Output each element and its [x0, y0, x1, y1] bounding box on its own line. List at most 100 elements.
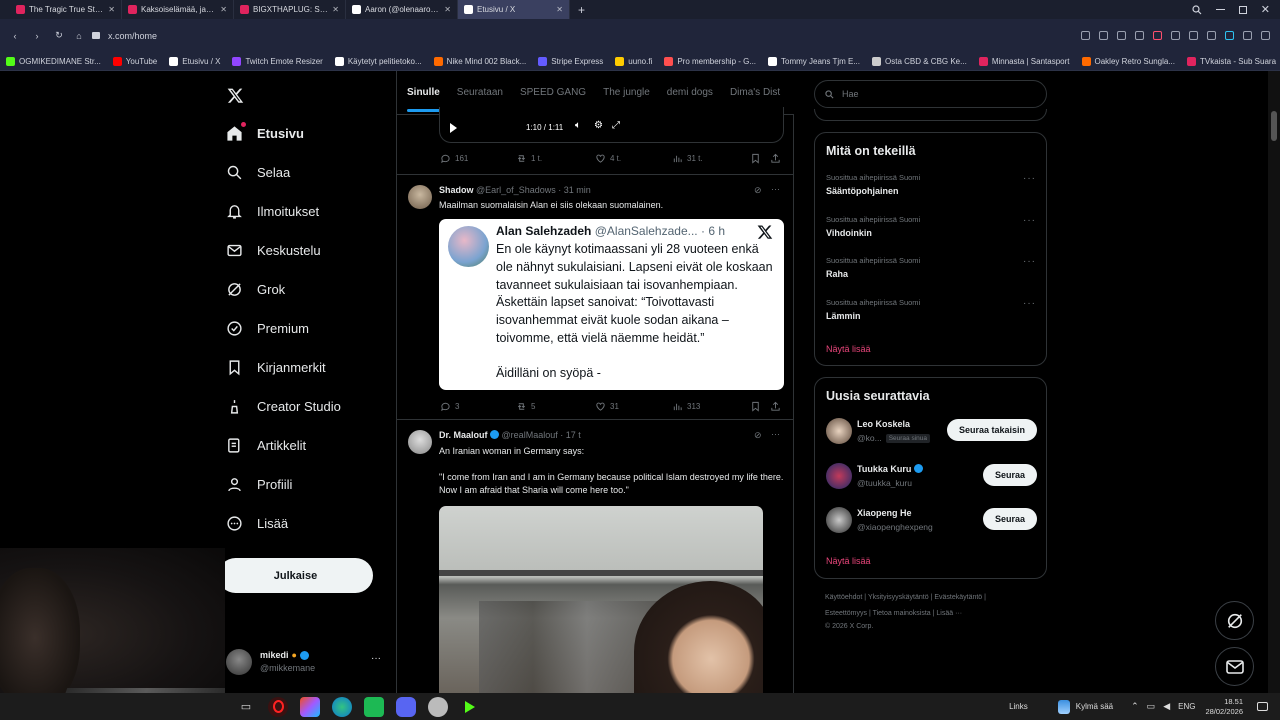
nav-item-bookmark[interactable]: Kirjanmerkit — [226, 359, 326, 376]
bookmark-item[interactable]: Minnasta | Santasport — [973, 56, 1076, 66]
forward-icon[interactable]: › — [30, 31, 44, 41]
grok-fab-button[interactable] — [1215, 601, 1254, 640]
views-button[interactable]: 313 — [672, 401, 700, 412]
messages-fab-button[interactable] — [1215, 647, 1254, 686]
ai-icon[interactable] — [1261, 31, 1270, 40]
nav-item-home[interactable]: Etusivu — [226, 122, 304, 142]
bookmark-item[interactable]: Pro membership - G... — [658, 56, 762, 66]
bookmark-item[interactable]: TVkaista - Sub Suara — [1181, 56, 1280, 66]
browser-tab[interactable]: Kaksoiselämää, jakso 4 - Li ✕ — [122, 0, 234, 19]
feed-tab[interactable]: demi dogs — [667, 87, 713, 98]
play-icon[interactable] — [450, 123, 457, 133]
nav-item-search[interactable]: Selaa — [226, 164, 290, 181]
bookmark-icon[interactable] — [750, 153, 761, 164]
grok-icon[interactable]: ⊘ — [754, 430, 762, 441]
restore-icon[interactable] — [1238, 5, 1247, 14]
bookmark-item[interactable]: Stripe Express — [532, 56, 609, 66]
follow-button[interactable]: Seuraa — [983, 508, 1037, 530]
trend-more-icon[interactable]: ··· — [1023, 298, 1036, 309]
nav-item-mail[interactable]: Keskustelu — [226, 242, 321, 259]
nav-item-grok[interactable]: Grok — [226, 281, 285, 298]
bookmark-icon[interactable] — [750, 401, 761, 412]
network-icon[interactable]: ▭ — [1147, 701, 1156, 712]
feed-tab[interactable]: The jungle — [603, 87, 650, 98]
shield-icon[interactable] — [1117, 31, 1126, 40]
language-indicator[interactable]: ENG — [1178, 702, 1195, 711]
edge-icon[interactable] — [332, 696, 352, 717]
bookmark-item[interactable]: Käytetyt pelitietoko... — [329, 56, 428, 66]
bookmark-item[interactable]: Tommy Jeans Tjm E... — [762, 56, 866, 66]
trend-more-icon[interactable]: ··· — [1023, 215, 1036, 226]
follow-suggestion[interactable]: Tuukka Kuru @tuukka_kuru Seuraa — [815, 462, 1046, 492]
trend-item[interactable]: Suosittua aihepiirissä Suomi Raha ··· — [815, 256, 1046, 294]
share-icon[interactable] — [770, 401, 781, 412]
weather-label[interactable]: Kylmä sää — [1076, 702, 1113, 711]
account-switcher[interactable]: mikedi ● @mikkemane ··· — [226, 647, 386, 681]
follow-suggestion[interactable]: Xiaopeng He @xiaopenghexpeng Seuraa — [815, 506, 1046, 536]
video-player[interactable]: 1:10 / 1:11 🔈︎ ⚙ ⤢ — [439, 107, 784, 143]
feed-tab[interactable]: SPEED GANG — [520, 87, 586, 98]
bookmark-item[interactable]: uuno.fi — [609, 56, 658, 66]
trend-more-icon[interactable]: ··· — [1023, 256, 1036, 267]
cube-icon[interactable] — [1243, 31, 1252, 40]
extension-icon[interactable] — [1225, 31, 1234, 40]
minimize-icon[interactable] — [1215, 9, 1225, 10]
tab-close-icon[interactable]: ✕ — [444, 5, 451, 14]
notifications-icon[interactable] — [1257, 702, 1268, 711]
like-button[interactable]: 4 t. — [595, 153, 621, 164]
links-toolbar[interactable]: Links — [1009, 702, 1028, 711]
account-more-icon[interactable]: ··· — [371, 653, 381, 664]
browser-tab[interactable]: BIGXTHAPLUG: Sundae Co✕ — [234, 0, 346, 19]
trend-item[interactable]: Suosittua aihepiirissä Suomi Sääntöpohjai… — [815, 173, 1046, 211]
avatar[interactable] — [408, 430, 432, 454]
tweet-video[interactable] — [439, 506, 763, 693]
browser-tab[interactable]: Aaron (@olenaaron) | TikT ✕ — [346, 0, 458, 19]
task-view-icon[interactable]: ▭ — [236, 697, 256, 717]
trend-item[interactable]: Suosittua aihepiirissä Suomi Lämmin ··· — [815, 298, 1046, 336]
browser-tab[interactable]: Etusivu / X ✕ — [458, 0, 570, 19]
tab-close-icon[interactable]: ✕ — [220, 5, 227, 14]
close-icon[interactable]: ✕ — [1261, 3, 1270, 16]
screenshot-icon[interactable] — [1099, 31, 1108, 40]
opera-gx-icon[interactable] — [268, 696, 288, 717]
avatar[interactable] — [408, 185, 432, 209]
avatar[interactable] — [826, 462, 852, 489]
reload-icon[interactable]: ↻ — [52, 30, 66, 41]
avatar[interactable] — [826, 418, 852, 444]
heart-icon[interactable] — [1153, 31, 1162, 40]
tab-close-icon[interactable]: ✕ — [556, 5, 563, 14]
nav-item-person[interactable]: Profiili — [226, 476, 292, 493]
play-icon[interactable] — [1135, 31, 1144, 40]
bookmark-item[interactable]: Nike Mind 002 Black... — [428, 56, 533, 66]
app-green-icon[interactable] — [364, 696, 384, 717]
feed-tab[interactable]: Sinulle — [407, 87, 440, 112]
like-button[interactable]: 31 — [595, 401, 619, 412]
nav-item-creator[interactable]: Creator Studio — [226, 398, 341, 415]
volume-icon[interactable]: 🔈︎ — [575, 120, 581, 131]
feed-tab[interactable]: Dima's Dist — [730, 87, 780, 98]
tweet-more-icon[interactable]: ··· — [771, 429, 780, 439]
trend-item[interactable]: Suosittua aihepiirissä Suomi Vihdoinkin ··… — [815, 215, 1046, 253]
grok-icon[interactable]: ⊘ — [754, 185, 762, 196]
bookmark-item[interactable]: Osta CBD & CBG Ke... — [866, 56, 973, 66]
bookmark-item[interactable]: Twitch Emote Resizer — [226, 56, 328, 66]
nav-item-premium[interactable]: Premium — [226, 320, 309, 337]
download-icon[interactable] — [1171, 31, 1180, 40]
tab-search-icon[interactable] — [1192, 4, 1202, 15]
tweet-time[interactable]: · 17 t — [560, 430, 581, 440]
bookmark-item[interactable]: OGMIKEDIMANE Str... — [0, 56, 107, 66]
bookmark-item[interactable]: Oakley Retro Sungla... — [1076, 56, 1181, 66]
share-icon[interactable] — [1081, 31, 1090, 40]
tray-chevron-icon[interactable]: ⌃ — [1131, 701, 1139, 712]
quoted-image[interactable]: Alan Salehzadeh @AlanSalehzade... · 6 h … — [439, 219, 784, 390]
tweet-more-icon[interactable]: ··· — [771, 184, 780, 194]
bookmark-item[interactable]: Etusivu / X — [163, 56, 226, 66]
new-tab-button[interactable]: + — [578, 3, 585, 17]
views-button[interactable]: 31 t. — [672, 153, 703, 164]
reply-button[interactable]: 161 — [440, 153, 468, 164]
nav-item-more[interactable]: Lisää — [226, 515, 288, 532]
browser-tab[interactable]: The Tragic True Story of Ju✕ — [10, 0, 122, 19]
app-arrow-icon[interactable] — [460, 697, 480, 717]
back-icon[interactable]: ‹ — [8, 31, 22, 41]
tweet-author-handle[interactable]: @Earl_of_Shadows — [476, 185, 556, 195]
